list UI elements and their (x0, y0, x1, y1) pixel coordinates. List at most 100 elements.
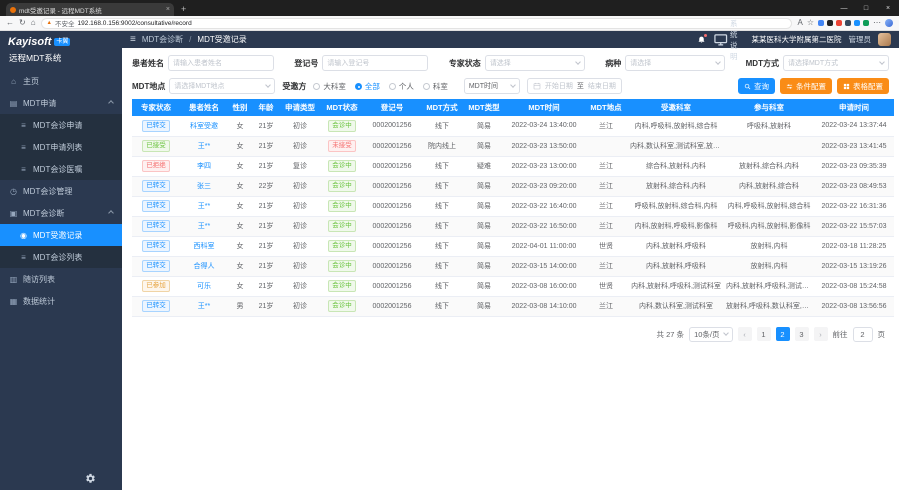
date-start-placeholder[interactable]: 开始日期 (545, 81, 573, 91)
sidebar-item-1[interactable]: ▤MDT申请 (0, 92, 122, 114)
page-size-value: 10条/页 (694, 329, 719, 340)
mdt-mode-select[interactable]: 请选择MDT方式 (783, 55, 889, 71)
table-config-button[interactable]: 表格配置 (837, 78, 889, 94)
mdt-place-select[interactable]: 请选择MDT地点 (169, 78, 275, 94)
radio-option-全部[interactable]: 全部 (355, 81, 389, 92)
sidebar-item-7[interactable]: ◉MDT受邀记录 (0, 224, 122, 246)
notification-bell-icon[interactable] (697, 35, 706, 45)
patient-name-link[interactable]: 合得人 (194, 263, 215, 270)
status-badge: 会诊中 (328, 260, 356, 272)
radio-option-大科室[interactable]: 大科室 (313, 81, 355, 92)
status-badge: 已参加 (142, 280, 170, 292)
prev-page-button[interactable]: ‹ (738, 327, 752, 341)
status-badge: 已拒绝 (142, 160, 170, 172)
patient-name-link[interactable]: 可乐 (197, 283, 211, 290)
page-button-2[interactable]: 2 (776, 327, 790, 341)
sidebar-item-4[interactable]: ≡MDT会诊医嘱 (0, 158, 122, 180)
radio-option-科室[interactable]: 科室 (423, 81, 457, 92)
patient-name-link[interactable]: 王** (198, 223, 210, 230)
invited-cell: 内科,放射科,呼吸科 (628, 236, 724, 256)
patient-name-input[interactable] (168, 55, 274, 71)
apply_type-cell: 初诊 (280, 296, 320, 316)
date-range-picker[interactable]: 开始日期 至 结束日期 (527, 78, 622, 94)
home-icon[interactable]: ⌂ (31, 19, 36, 27)
calendar-icon (533, 82, 541, 90)
settings-gear-icon[interactable] (85, 473, 96, 484)
sidebar-item-6[interactable]: ▣MDT会诊断 (0, 202, 122, 224)
breadcrumb-separator: / (189, 35, 191, 44)
register-no-input[interactable] (322, 55, 428, 71)
sidebar-item-9[interactable]: ▥随访列表 (0, 268, 122, 290)
user-avatar[interactable] (878, 33, 891, 46)
radio-icon[interactable] (313, 83, 320, 90)
user-role[interactable]: 管理员 (849, 34, 872, 45)
mdt_type-cell: 简易 (464, 296, 504, 316)
browser-tab[interactable]: mdt受邀记录 - 远程MDT系统 × (6, 3, 174, 16)
page-size-select[interactable]: 10条/页 (689, 327, 732, 342)
patient-name-filter: 患者姓名 (132, 55, 274, 71)
patient-name-link[interactable]: 王** (198, 303, 210, 310)
goto-page-input[interactable] (853, 327, 873, 342)
expert-status-select[interactable]: 请选择 (485, 55, 585, 71)
patient-name-link[interactable]: 科室受邀 (190, 123, 218, 130)
security-label[interactable]: 不安全 (55, 18, 75, 28)
sidebar-item-2[interactable]: ≡MDT会诊申请 (0, 114, 122, 136)
breadcrumb-parent[interactable]: MDT会诊断 (142, 34, 183, 45)
expert_status-cell: 已转交 (132, 176, 180, 196)
patient-name-link[interactable]: 李四 (197, 163, 211, 170)
record-icon: ◉ (19, 231, 28, 240)
mdt_type-cell: 简易 (464, 176, 504, 196)
patient-name-link[interactable]: 西科室 (194, 243, 215, 250)
participants-cell: 呼吸科,内科,放射科,影像科 (724, 216, 814, 236)
mdt-place-label: MDT地点 (132, 81, 165, 92)
clock-icon: ◷ (9, 187, 18, 196)
sidebar-item-10[interactable]: ▦数据统计 (0, 290, 122, 312)
mode-cell: 院内线上 (420, 136, 464, 156)
radio-option-个人[interactable]: 个人 (389, 81, 423, 92)
page-button-3[interactable]: 3 (795, 327, 809, 341)
patient-name-link[interactable]: 王** (198, 143, 210, 150)
minimize-button[interactable]: — (833, 0, 855, 16)
radio-icon[interactable] (389, 83, 396, 90)
url-text[interactable]: 192.168.0.156:9002/consultative/record (78, 20, 192, 27)
radio-icon[interactable] (423, 83, 430, 90)
back-icon[interactable]: ← (6, 19, 14, 27)
address-field[interactable]: ▲ 不安全 192.168.0.156:9002/consultative/re… (41, 18, 793, 29)
breadcrumb-current: MDT受邀记录 (197, 34, 246, 45)
close-button[interactable]: × (877, 0, 899, 16)
maximize-button[interactable]: □ (855, 0, 877, 16)
disease-placeholder: 请选择 (630, 58, 651, 68)
patient-name-link[interactable]: 王** (198, 203, 210, 210)
sidebar-item-8[interactable]: ≡MDT会诊列表 (0, 246, 122, 268)
new-tab-button[interactable]: + (181, 3, 186, 16)
apply_type-cell: 复诊 (280, 156, 320, 176)
search-button[interactable]: 查询 (738, 78, 775, 94)
disease-select[interactable]: 请选择 (625, 55, 725, 71)
reg_no-cell: 0002001256 (364, 196, 420, 216)
radio-icon[interactable] (355, 83, 362, 90)
table-row: 已参加可乐女21岁初诊会诊中0002001256线下简易2022-03-08 1… (132, 276, 894, 296)
diagnosis-icon: ▣ (9, 209, 18, 218)
patient-name-link[interactable]: 张三 (197, 183, 211, 190)
place-cell: 兰江 (584, 156, 628, 176)
application-icon: ▤ (9, 99, 18, 108)
sidebar-item-label: MDT会诊管理 (23, 186, 72, 197)
date-end-placeholder[interactable]: 结束日期 (588, 81, 616, 91)
mdt-time-field-select[interactable]: MDT时间 (464, 78, 520, 94)
followup-icon: ▥ (9, 275, 18, 284)
condition-config-button[interactable]: 条件配置 (780, 78, 832, 94)
sidebar-item-3[interactable]: ≡MDT申请列表 (0, 136, 122, 158)
mdt_type-cell: 简易 (464, 196, 504, 216)
reload-icon[interactable]: ↻ (19, 19, 26, 27)
hamburger-icon[interactable]: ≡ (130, 34, 136, 45)
sidebar-item-5[interactable]: ◷ MDT会诊管理 (0, 180, 122, 202)
next-page-button[interactable]: › (814, 327, 828, 341)
sidebar-item-0[interactable]: ⌂主页 (0, 70, 122, 92)
sidebar-item-label: 数据统计 (23, 296, 55, 307)
mdt_type-cell: 简易 (464, 216, 504, 236)
logo: Kayisoft 卡翼 (0, 31, 122, 50)
page-button-1[interactable]: 1 (757, 327, 771, 341)
gender-cell: 女 (228, 256, 252, 276)
chevron-icon (108, 210, 114, 216)
tab-close-icon[interactable]: × (166, 6, 170, 13)
